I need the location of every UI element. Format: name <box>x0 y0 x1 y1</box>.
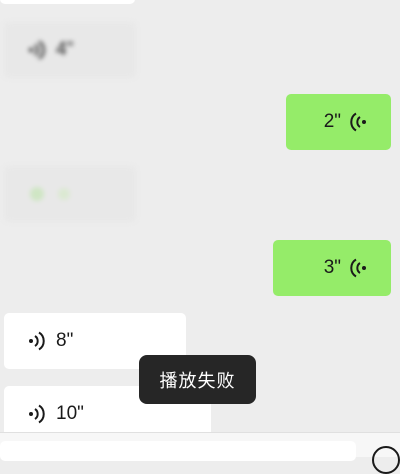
voice-wave-icon <box>28 40 46 60</box>
playback-failed-toast: 播放失败 <box>139 355 256 404</box>
message-input[interactable] <box>0 441 356 461</box>
voice-duration: 8" <box>56 330 74 351</box>
voice-wave-icon <box>28 331 46 351</box>
voice-duration: 10" <box>56 403 84 424</box>
emoji-icon[interactable] <box>372 446 400 474</box>
voice-message-incoming[interactable] <box>4 166 136 222</box>
voice-message-outgoing[interactable]: 3" <box>273 240 391 296</box>
voice-wave-icon <box>28 404 46 424</box>
voice-wave-icon <box>349 258 367 278</box>
voice-duration: 3" <box>323 257 341 278</box>
voice-message-outgoing[interactable]: 2" <box>286 94 391 150</box>
voice-message-incoming[interactable]: 4" <box>4 22 136 78</box>
voice-message-incoming[interactable] <box>0 0 135 4</box>
toast-text: 播放失败 <box>159 370 236 391</box>
voice-duration: 2" <box>323 111 341 132</box>
voice-duration: 4" <box>56 39 74 60</box>
voice-wave-icon <box>349 112 367 132</box>
